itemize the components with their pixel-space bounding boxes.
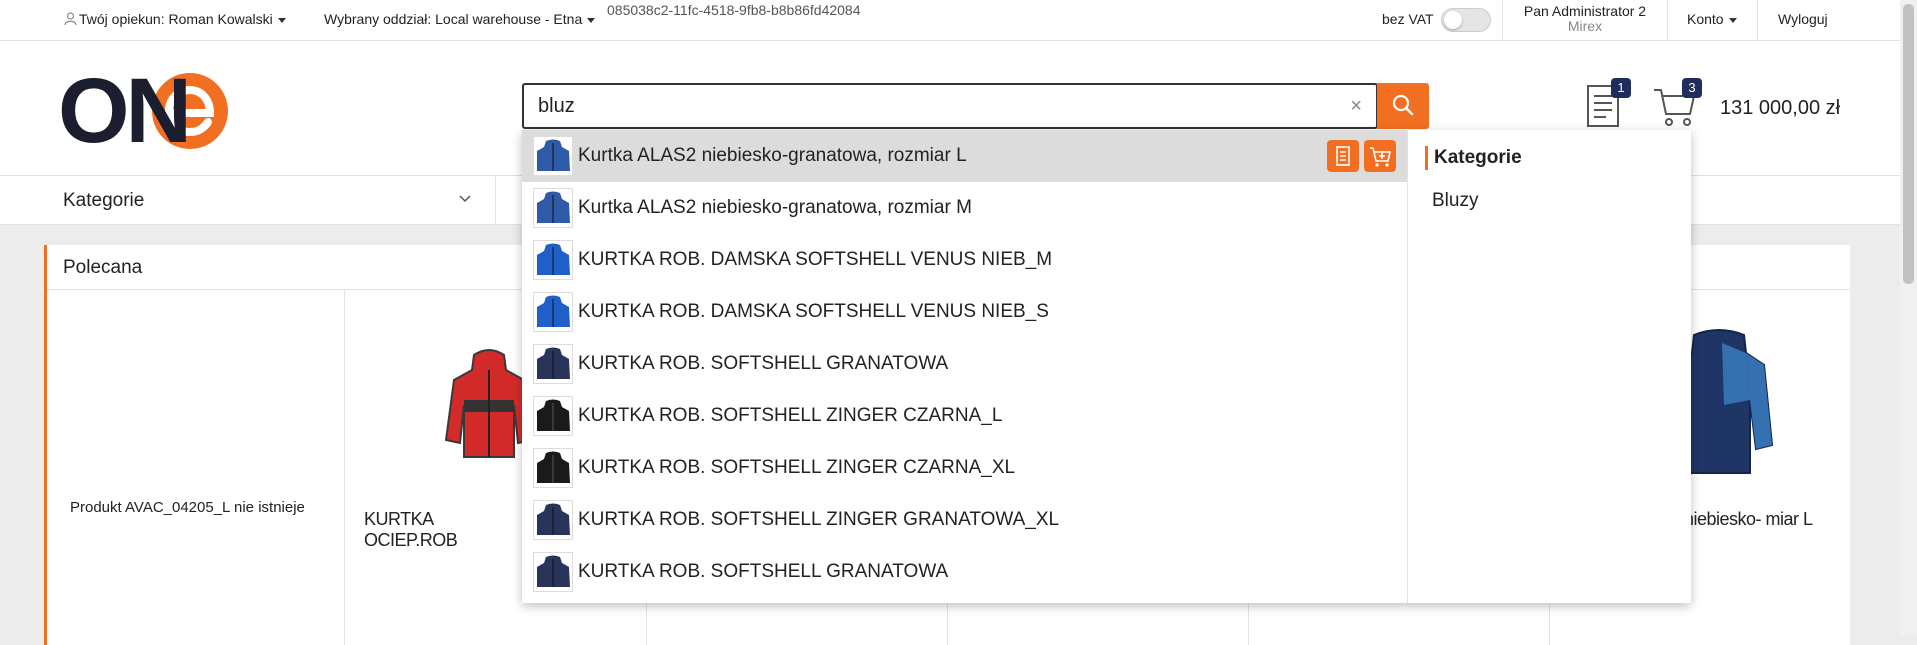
- suggestion-item[interactable]: KURTKA ROB. DAMSKA SOFTSHELL VENUS NIEB_…: [522, 234, 1407, 286]
- branch-dropdown[interactable]: Wybrany oddział: Local warehouse - Etna: [324, 11, 596, 27]
- vat-toggle[interactable]: [1441, 8, 1491, 32]
- product-thumbnail: [533, 396, 573, 436]
- suggestion-item[interactable]: Kurtka ALAS2 niebiesko-granatowa, rozmia…: [522, 182, 1407, 234]
- chevron-down-icon: [277, 17, 286, 23]
- search-icon: [1392, 94, 1414, 116]
- session-id: 085038c2-11fc-4518-9fb8-b8b86fd42084: [607, 2, 861, 18]
- cart-total[interactable]: 131 000,00 zł: [1720, 97, 1840, 120]
- product-thumbnail: [533, 292, 573, 332]
- page-scrollbar[interactable]: [1900, 0, 1917, 635]
- suggestion-item[interactable]: KURTKA ROB. SOFTSHELL GRANATOWA: [522, 338, 1407, 390]
- scrollbar-thumb[interactable]: [1903, 4, 1914, 284]
- logo-text: ON: [58, 60, 192, 162]
- suggestion-item[interactable]: KURTKA ROB. DAMSKA SOFTSHELL VENUS NIEB_…: [522, 286, 1407, 338]
- product-thumbnail: [533, 552, 573, 592]
- panel-accent: [44, 245, 47, 645]
- search-suggestions: Kurtka ALAS2 niebiesko-granatowa, rozmia…: [522, 130, 1691, 603]
- list-icon: [1336, 146, 1350, 166]
- chevron-down-icon: [459, 195, 471, 203]
- product-name[interactable]: niebiesko- miar L: [1684, 509, 1824, 530]
- product-thumbnail: [533, 136, 573, 176]
- cart-count-badge: 3: [1682, 78, 1702, 98]
- suggestion-item[interactable]: KURTKA ROB. SOFTSHELL ZINGER GRANATOWA_X…: [522, 494, 1407, 546]
- vat-label: bez VAT: [1382, 11, 1434, 27]
- suggestion-name: KURTKA ROB. DAMSKA SOFTSHELL VENUS NIEB_…: [578, 301, 1049, 322]
- suggestion-name: KURTKA ROB. SOFTSHELL ZINGER GRANATOWA_X…: [578, 509, 1060, 530]
- suggestion-name: Kurtka ALAS2 niebiesko-granatowa, rozmia…: [578, 145, 967, 166]
- search-box: ×: [522, 83, 1378, 129]
- product-thumbnail: [533, 188, 573, 228]
- suggestion-item[interactable]: KURTKA ROB. SOFTSHELL ZINGER CZARNA_L: [522, 390, 1407, 442]
- suggestion-item[interactable]: Kurtka ALAS2 niebiesko-granatowa, rozmia…: [522, 130, 1407, 182]
- documents-count-badge: 1: [1611, 78, 1631, 98]
- search-input[interactable]: [538, 93, 1318, 119]
- user-icon: [64, 12, 77, 26]
- cart-add-icon: [1370, 147, 1391, 167]
- guardian-label: Twój opiekun: Roman Kowalski: [79, 11, 273, 27]
- suggestion-name: KURTKA ROB. SOFTSHELL GRANATOWA: [578, 353, 949, 374]
- missing-product-note: Produkt AVAC_04205_L nie istnieje: [70, 499, 305, 516]
- account-dropdown[interactable]: Konto: [1687, 11, 1737, 27]
- suggestion-name: KURTKA ROB. SOFTSHELL ZINGER CZARNA_XL: [578, 457, 1016, 478]
- divider: [1667, 0, 1668, 40]
- user-name: Pan Administrator 2: [1523, 3, 1647, 19]
- divider: [1757, 0, 1758, 40]
- chevron-down-icon: [1728, 17, 1737, 23]
- product-thumbnail: [533, 448, 573, 488]
- category-link[interactable]: Bluzy: [1432, 190, 1478, 212]
- suggestion-name: KURTKA ROB. SOFTSHELL GRANATOWA: [578, 561, 949, 582]
- logout-link[interactable]: Wyloguj: [1778, 11, 1828, 27]
- product-thumbnail: [533, 344, 573, 384]
- chevron-down-icon: [587, 17, 596, 23]
- categories-menu[interactable]: Kategorie: [0, 176, 496, 224]
- suggestions-list: Kurtka ALAS2 niebiesko-granatowa, rozmia…: [522, 130, 1408, 603]
- panel-title: Polecana: [63, 257, 143, 278]
- user-info[interactable]: Pan Administrator 2 Mirex: [1503, 4, 1667, 34]
- logo[interactable]: ON: [58, 61, 290, 161]
- divider: [344, 290, 345, 645]
- product-thumbnail: [533, 240, 573, 280]
- categories-label: Kategorie: [63, 190, 145, 211]
- suggestion-name: KURTKA ROB. SOFTSHELL ZINGER CZARNA_L: [578, 405, 1003, 426]
- product-name[interactable]: KURTKA OCIEP.ROB CZERWONO-CZAR: [364, 509, 524, 553]
- suggestion-name: KURTKA ROB. DAMSKA SOFTSHELL VENUS NIEB_…: [578, 249, 1053, 270]
- suggestion-item[interactable]: KURTKA ROB. SOFTSHELL ZINGER CZARNA_XL: [522, 442, 1407, 494]
- suggestion-item[interactable]: KURTKA ROB. SOFTSHELL GRANATOWA: [522, 546, 1407, 598]
- product-image[interactable]: [444, 345, 534, 465]
- clear-search-icon[interactable]: ×: [1350, 95, 1362, 117]
- product-thumbnail: [533, 500, 573, 540]
- categories-heading: Kategorie: [1425, 146, 1522, 170]
- account-label: Konto: [1687, 11, 1724, 27]
- add-to-cart-button[interactable]: [1364, 140, 1396, 172]
- toggle-knob: [1444, 11, 1462, 29]
- search-button[interactable]: [1377, 83, 1429, 129]
- jacket-red-image: [444, 349, 534, 458]
- add-to-list-button[interactable]: [1327, 140, 1359, 172]
- suggestion-name: Kurtka ALAS2 niebiesko-granatowa, rozmia…: [578, 197, 972, 218]
- guardian-dropdown[interactable]: Twój opiekun: Roman Kowalski: [64, 11, 286, 27]
- top-bar: Twój opiekun: Roman Kowalski Wybrany odd…: [0, 0, 1917, 41]
- user-company: Mirex: [1567, 18, 1603, 34]
- branch-label: Wybrany oddział: Local warehouse - Etna: [324, 11, 583, 27]
